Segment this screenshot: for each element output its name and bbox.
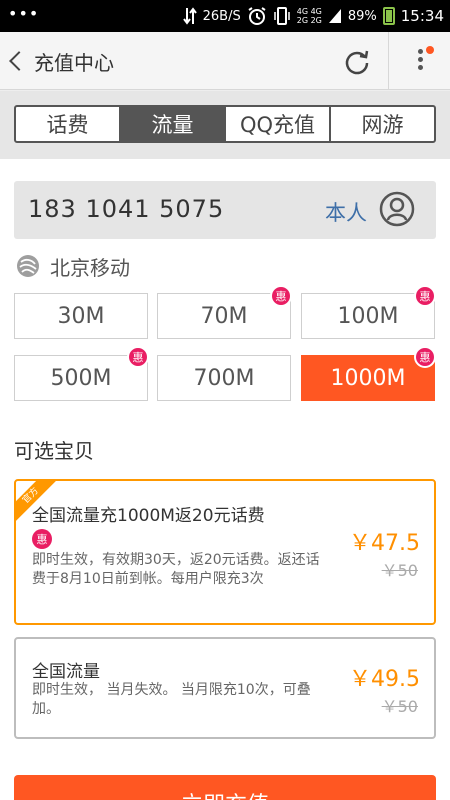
data-transfer-icon xyxy=(182,7,197,25)
phone-number-field[interactable]: 183 1041 5075 本人 xyxy=(14,181,436,239)
tab-qq-recharge[interactable]: QQ充值 xyxy=(226,107,331,141)
discount-badge: 惠 xyxy=(414,346,436,368)
discount-badge: 惠 xyxy=(270,285,292,307)
product-description: 即时生效， 当月失效。 当月限充10次，可叠加。 xyxy=(32,682,311,717)
category-tabs: 话费 流量 QQ充值 网游 xyxy=(14,105,436,143)
clock: 15:34 xyxy=(400,7,444,25)
china-mobile-logo-icon xyxy=(17,255,39,277)
tab-phone-credit[interactable]: 话费 xyxy=(16,107,121,141)
phone-number: 183 1041 5075 xyxy=(28,195,225,223)
plan-option-700m[interactable]: 700M xyxy=(157,355,291,401)
section-title: 可选宝贝 xyxy=(14,439,94,463)
refresh-icon[interactable] xyxy=(343,48,371,76)
category-tabs-bar: 话费 流量 QQ充值 网游 xyxy=(0,91,450,159)
header-divider xyxy=(388,32,389,90)
notification-dots: ••• xyxy=(8,4,40,23)
product-description: 即时生效，有效期30天，返20元话费。返还话费于8月10日前到帐。每用户限充3次 xyxy=(32,552,320,587)
carrier-name: 北京移动 xyxy=(50,255,130,280)
app-header: 充值中心 xyxy=(0,32,450,90)
plan-option-30m[interactable]: 30M xyxy=(14,293,148,339)
status-bar: ••• 26B/S 4G 4G 2G 2G 89% 15:34 xyxy=(0,0,450,32)
alarm-icon xyxy=(248,7,266,25)
product-price: ￥47.5 xyxy=(349,531,420,556)
product-price: ￥49.5 xyxy=(349,667,420,692)
product-card-1000m-bonus[interactable]: 官方 全国流量充1000M返20元话费 惠 即时生效，有效期30天，返20元话费… xyxy=(14,479,436,625)
status-icons: 26B/S 4G 4G 2G 2G 89% 15:34 xyxy=(182,0,444,32)
more-dot xyxy=(417,65,423,70)
tab-data[interactable]: 流量 xyxy=(121,107,226,141)
self-label[interactable]: 本人 xyxy=(325,197,367,227)
recharge-now-button[interactable]: 立即充值 xyxy=(14,775,436,800)
page-title: 充值中心 xyxy=(34,50,114,75)
chevron-left-icon xyxy=(9,51,29,71)
product-card-national-data[interactable]: 全国流量 即时生效， 当月失效。 当月限充10次，可叠加。 ￥49.5 ￥50 xyxy=(14,637,436,739)
product-title: 全国流量 xyxy=(32,662,100,682)
tab-online-games[interactable]: 网游 xyxy=(331,107,434,141)
vibrate-icon xyxy=(273,7,290,25)
battery-icon xyxy=(382,7,395,25)
contacts-icon[interactable] xyxy=(379,191,415,227)
battery-percent: 89% xyxy=(347,8,377,24)
more-dot xyxy=(417,49,423,54)
signal-labels: 4G 4G 2G 2G xyxy=(296,7,322,25)
more-dot xyxy=(417,57,423,62)
network-speed: 26B/S xyxy=(202,8,241,24)
carrier-info: 北京移动 xyxy=(16,253,130,280)
back-button[interactable]: 充值中心 xyxy=(6,44,114,78)
discount-tag: 惠 xyxy=(32,529,52,549)
more-menu-button[interactable] xyxy=(412,46,434,76)
original-price: ￥50 xyxy=(381,561,418,580)
product-title: 全国流量充1000M返20元话费 xyxy=(32,506,265,526)
discount-badge: 惠 xyxy=(127,346,149,368)
main-content: 183 1041 5075 本人 北京移动 30M 70M 100M 500M … xyxy=(0,159,450,800)
discount-badge: 惠 xyxy=(414,285,436,307)
notification-badge xyxy=(426,46,434,54)
original-price: ￥50 xyxy=(381,697,418,716)
signal-icon xyxy=(328,9,341,23)
